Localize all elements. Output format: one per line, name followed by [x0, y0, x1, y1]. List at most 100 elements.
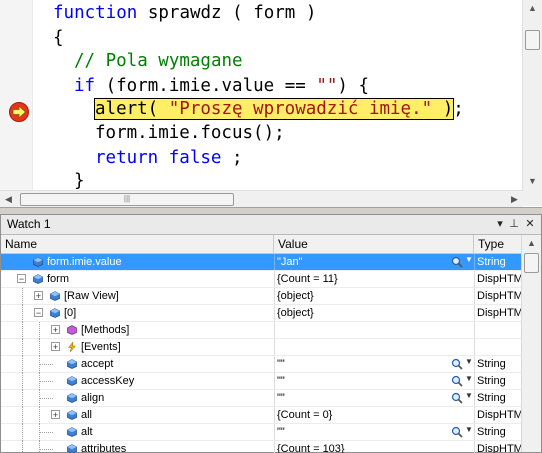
collapse-icon[interactable]: − [34, 308, 43, 318]
tree-guide-line [22, 390, 24, 407]
watch-value-cell[interactable]: "" [277, 424, 475, 440]
text-visualizer-magnifier-icon[interactable] [451, 426, 465, 438]
watch-name-cell[interactable]: attributes [81, 441, 275, 453]
watch-value-cell[interactable] [277, 339, 475, 355]
tree-guide-line [39, 322, 41, 339]
scroll-left-arrow-icon[interactable]: ◀ [0, 191, 17, 207]
watch-row[interactable]: + [Raw View]{object}DispHTML [1, 288, 521, 305]
watch-name-cell[interactable]: accessKey [81, 373, 275, 389]
tree-guide-line [22, 407, 24, 424]
expand-icon[interactable]: + [51, 342, 60, 352]
window-position-dropdown-icon[interactable]: ▾ [493, 215, 507, 234]
watch-name-cell[interactable]: [Raw View] [64, 288, 275, 304]
watch-type-cell: String [477, 426, 506, 438]
tree-guide-line [22, 356, 24, 373]
code-line-2: { [53, 28, 64, 48]
expand-icon[interactable]: + [34, 291, 43, 301]
code-line-8: } [74, 171, 85, 190]
watch-row[interactable]: + [Methods] [1, 322, 521, 339]
scroll-thumb[interactable]: ||| [20, 193, 234, 206]
watch-value-cell[interactable]: "Jan" [277, 254, 475, 270]
close-icon[interactable]: ✕ [523, 215, 537, 234]
collapse-icon[interactable]: − [17, 274, 26, 284]
watch-name-cell[interactable]: alt [81, 424, 275, 440]
scroll-right-arrow-icon[interactable]: ▶ [506, 191, 523, 207]
watch-row[interactable]: attributes{Count = 103}DispHTML [1, 441, 521, 453]
editor-vertical-scrollbar[interactable]: ▲ ▼ [522, 0, 542, 190]
breakpoint-current-statement-icon [9, 102, 29, 122]
watch-row[interactable]: + [Events] [1, 339, 521, 356]
expand-icon[interactable]: + [51, 410, 60, 420]
watch-row[interactable]: − form{Count = 11}DispHTML [1, 271, 521, 288]
watch-type-cell: DispHTML [477, 409, 521, 421]
watch-window: Watch 1 ▾ ⊥ ✕ Name Value Type form.imie.… [0, 214, 542, 453]
visualizer-dropdown-icon[interactable]: ▼ [465, 425, 473, 434]
auto-hide-pin-icon[interactable]: ⊥ [507, 215, 521, 234]
visualizer-dropdown-icon[interactable]: ▼ [465, 374, 473, 383]
scrollbar-corner [523, 190, 542, 206]
watch-type-cell: DispHTML [477, 443, 521, 453]
watch-row[interactable]: align "" ▼ String [1, 390, 521, 407]
watch-name-cell[interactable]: all [81, 407, 275, 423]
watch-type-cell: String [477, 392, 506, 404]
watch-name-cell[interactable]: form.imie.value [47, 254, 275, 270]
column-header-name[interactable]: Name [1, 235, 274, 253]
property-icon [33, 274, 43, 284]
watch-value-cell[interactable]: "" [277, 356, 475, 372]
watch-name-cell[interactable]: align [81, 390, 275, 406]
text-visualizer-magnifier-icon[interactable] [451, 392, 465, 404]
watch-row[interactable]: form.imie.value "Jan" ▼ String [1, 254, 521, 271]
text-visualizer-magnifier-icon[interactable] [451, 375, 465, 387]
text-visualizer-magnifier-icon[interactable] [451, 256, 465, 268]
code-area[interactable]: function sprawdz ( form ) { // Pola wyma… [33, 0, 519, 190]
scroll-up-arrow-icon[interactable]: ▲ [523, 0, 542, 17]
tree-guide-line [39, 364, 53, 366]
editor-horizontal-scrollbar[interactable]: ◀ ||| ▶ [0, 190, 523, 207]
scroll-down-arrow-icon[interactable]: ▼ [523, 173, 542, 190]
watch-row[interactable]: accessKey "" ▼ String [1, 373, 521, 390]
watch-value-cell[interactable]: {Count = 103} [277, 441, 475, 453]
watch-name-cell[interactable]: [0] [64, 305, 275, 321]
editor-gutter[interactable] [0, 0, 33, 190]
watch-title-bar[interactable]: Watch 1 ▾ ⊥ ✕ [1, 215, 541, 235]
visualizer-dropdown-icon[interactable]: ▼ [465, 255, 473, 264]
watch-vertical-scrollbar[interactable]: ▲ [521, 235, 541, 452]
expand-icon[interactable]: + [51, 325, 60, 335]
watch-row[interactable]: + all{Count = 0}DispHTML [1, 407, 521, 424]
events-lightning-icon [67, 342, 77, 352]
watch-value-cell[interactable]: {object} [277, 305, 475, 321]
watch-name-cell[interactable]: [Methods] [81, 322, 275, 338]
watch-value-cell[interactable]: {Count = 0} [277, 407, 475, 423]
watch-value-cell[interactable]: {Count = 11} [277, 271, 475, 287]
property-icon [50, 291, 60, 301]
tree-guide-line [39, 449, 53, 451]
watch-value-cell[interactable]: "" [277, 390, 475, 406]
tree-guide-line [39, 398, 53, 400]
current-statement-highlight: alert( "Proszę wprowadzić imię." ) [93, 98, 455, 120]
tree-guide-line [39, 407, 41, 424]
watch-row[interactable]: accept "" ▼ String [1, 356, 521, 373]
watch-name-cell[interactable]: [Events] [81, 339, 275, 355]
code-editor[interactable]: function sprawdz ( form ) { // Pola wyma… [0, 0, 542, 208]
scroll-thumb[interactable] [524, 253, 539, 273]
visualizer-dropdown-icon[interactable]: ▼ [465, 357, 473, 366]
watch-name-cell[interactable]: form [47, 271, 275, 287]
code-line-3: // Pola wymagane [74, 51, 243, 71]
watch-value-cell[interactable] [277, 322, 475, 338]
property-icon [33, 257, 43, 267]
code-line-4: if (form.imie.value == "") { [74, 76, 370, 96]
tree-guide-line [22, 424, 24, 441]
watch-row[interactable]: alt "" ▼ String [1, 424, 521, 441]
watch-name-cell[interactable]: accept [81, 356, 275, 372]
watch-value-cell[interactable]: "" [277, 373, 475, 389]
column-header-value[interactable]: Value [274, 235, 474, 253]
visualizer-dropdown-icon[interactable]: ▼ [465, 391, 473, 400]
watch-value-cell[interactable]: {object} [277, 288, 475, 304]
scroll-up-arrow-icon[interactable]: ▲ [522, 235, 541, 252]
watch-row[interactable]: − [0]{object}DispHTML [1, 305, 521, 322]
code-line-1: function sprawdz ( form ) [53, 3, 317, 23]
column-header-type[interactable]: Type [474, 235, 521, 253]
text-visualizer-magnifier-icon[interactable] [451, 358, 465, 370]
tree-guide-line [22, 339, 24, 356]
scroll-thumb[interactable] [525, 30, 540, 50]
